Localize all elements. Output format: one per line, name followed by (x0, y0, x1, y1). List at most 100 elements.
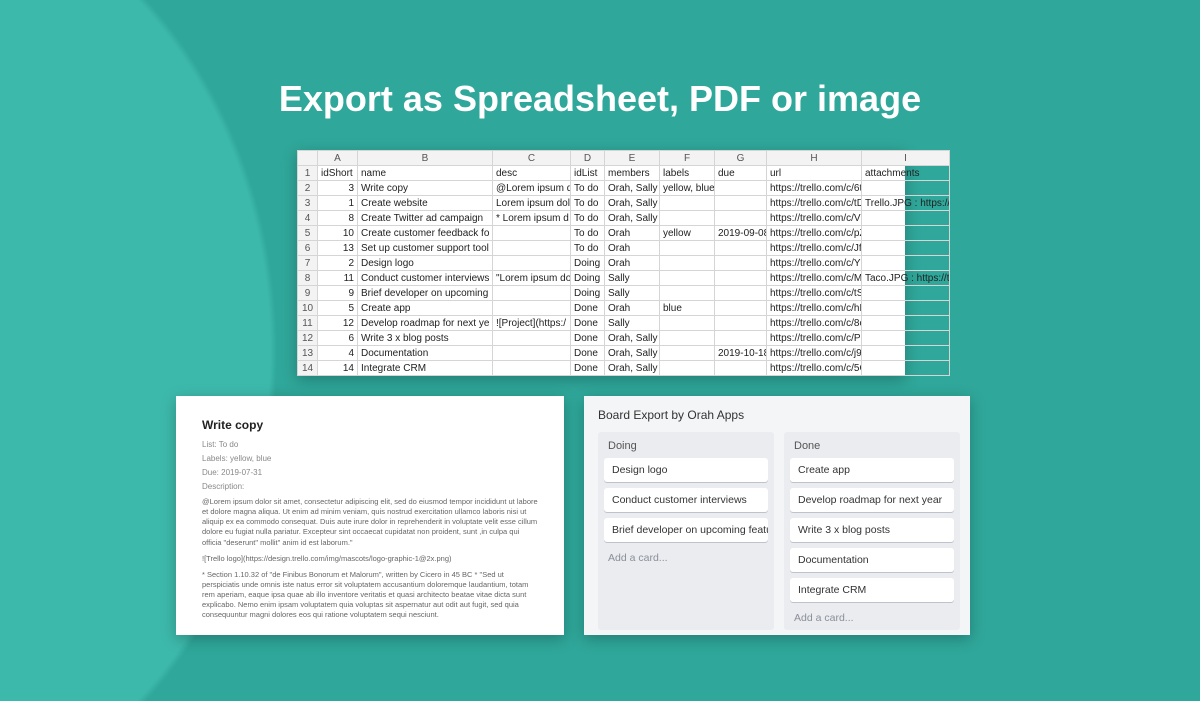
row-header: 8 (298, 271, 318, 286)
sheet-cell (862, 316, 950, 331)
sheet-cell: 12 (318, 316, 358, 331)
board-lists: DoingDesign logo Conduct customer intervi… (598, 432, 960, 630)
sheet-cell: Create website (358, 196, 493, 211)
sheet-cell: Develop roadmap for next ye (358, 316, 493, 331)
sheet-cell: https://trello.com/c/Jfv (767, 241, 862, 256)
sheet-cell: Conduct customer interviews (358, 271, 493, 286)
row-header: 10 (298, 301, 318, 316)
sheet-cell (493, 226, 571, 241)
sheet-cell: Doing (571, 256, 605, 271)
sheet-cell (493, 241, 571, 256)
pdf-card-title: Write copy (202, 418, 538, 432)
sheet-cell: blue (660, 301, 715, 316)
sheet-cell: Write copy (358, 181, 493, 196)
sheet-cell: Create Twitter ad campaign (358, 211, 493, 226)
sheet-cell (493, 301, 571, 316)
sheet-header-cell: attachments (862, 166, 950, 181)
sheet-cell (660, 316, 715, 331)
sheet-cell (493, 331, 571, 346)
pdf-paragraph: * Section 1.10.32 of "de Finibus Bonorum… (202, 570, 538, 621)
pdf-due: Due: 2019-07-31 (202, 468, 538, 477)
sheet-cell: Orah (605, 256, 660, 271)
sheet-cell: Orah (605, 241, 660, 256)
sheet-cell (715, 256, 767, 271)
sheet-cell: Create customer feedback fo (358, 226, 493, 241)
sheet-cell (862, 346, 950, 361)
sheet-cell: https://trello.com/c/tD (767, 196, 862, 211)
sheet-cell: 11 (318, 271, 358, 286)
sheet-cell: "Lorem ipsum do (493, 271, 571, 286)
pdf-paragraph: ![Trello logo](https://design.trello.com… (202, 554, 538, 564)
board-card[interactable]: Brief developer on upcoming feature set (604, 518, 768, 542)
pdf-list: List: To do (202, 440, 538, 449)
row-header: 5 (298, 226, 318, 241)
sheet-cell: ![Project](https:/ (493, 316, 571, 331)
sheet-cell: Orah (605, 226, 660, 241)
sheet-cell: Set up customer support tool (358, 241, 493, 256)
sheet-cell (660, 196, 715, 211)
pdf-description-label: Description: (202, 482, 538, 491)
sheet-cell: Documentation (358, 346, 493, 361)
sheet-cell: https://trello.com/c/PR (767, 331, 862, 346)
sheet-cell: 2019-09-08 (715, 226, 767, 241)
sheet-cell: Write 3 x blog posts (358, 331, 493, 346)
row-header: 2 (298, 181, 318, 196)
sheet-cell (862, 211, 950, 226)
sheet-cell (715, 196, 767, 211)
sheet-header-cell: members (605, 166, 660, 181)
add-card-button[interactable]: Add a card... (790, 608, 954, 626)
board-card[interactable]: Develop roadmap for next year (790, 488, 954, 512)
board-card[interactable]: Integrate CRM (790, 578, 954, 602)
sheet-cell: Done (571, 361, 605, 376)
sheet-header-cell: labels (660, 166, 715, 181)
sheet-cell (715, 181, 767, 196)
sheet-cell: Taco.JPG : https://trello- (862, 271, 950, 286)
sheet-cell: * Lorem ipsum d (493, 211, 571, 226)
column-header: D (571, 151, 605, 166)
sheet-cell: 2 (318, 256, 358, 271)
sheet-cell: Orah, Sally (605, 361, 660, 376)
sheet-corner (298, 151, 318, 166)
sheet-cell: Done (571, 331, 605, 346)
board-list-title: Doing (604, 438, 768, 458)
sheet-header-cell: url (767, 166, 862, 181)
add-card-button[interactable]: Add a card... (604, 548, 768, 566)
page-title: Export as Spreadsheet, PDF or image (0, 78, 1200, 120)
sheet-cell: Design logo (358, 256, 493, 271)
pdf-description-body: @Lorem ipsum dolor sit amet, consectetur… (202, 497, 538, 620)
sheet-cell: Sally (605, 286, 660, 301)
spreadsheet-table: ABCDEFGHI1idShortnamedescidListmembersla… (297, 150, 950, 376)
sheet-cell: To do (571, 241, 605, 256)
sheet-cell: Orah, Sally (605, 346, 660, 361)
sheet-cell (660, 346, 715, 361)
sheet-cell (660, 286, 715, 301)
row-header: 11 (298, 316, 318, 331)
sheet-cell: Orah, Sally (605, 196, 660, 211)
board-card[interactable]: Documentation (790, 548, 954, 572)
sheet-cell: Create app (358, 301, 493, 316)
sheet-cell (493, 346, 571, 361)
board-card[interactable]: Create app (790, 458, 954, 482)
board-card[interactable]: Write 3 x blog posts (790, 518, 954, 542)
column-header: A (318, 151, 358, 166)
board-card[interactable]: Design logo (604, 458, 768, 482)
sheet-cell: 6 (318, 331, 358, 346)
sheet-cell: https://trello.com/c/5C (767, 361, 862, 376)
sheet-cell: https://trello.com/c/Yn (767, 256, 862, 271)
sheet-cell (715, 316, 767, 331)
board-list: DoneCreate appDevelop roadmap for next y… (784, 432, 960, 630)
sheet-cell: https://trello.com/c/pZ (767, 226, 862, 241)
sheet-cell: Done (571, 301, 605, 316)
sheet-header-cell: desc (493, 166, 571, 181)
sheet-cell: 10 (318, 226, 358, 241)
sheet-cell: Sally (605, 316, 660, 331)
sheet-cell (660, 211, 715, 226)
sheet-cell: Doing (571, 271, 605, 286)
sheet-cell (715, 211, 767, 226)
sheet-cell (862, 181, 950, 196)
sheet-cell (660, 256, 715, 271)
board-card[interactable]: Conduct customer interviews (604, 488, 768, 512)
row-header: 7 (298, 256, 318, 271)
board-image-preview: Board Export by Orah Apps DoingDesign lo… (584, 396, 970, 635)
sheet-cell (715, 361, 767, 376)
